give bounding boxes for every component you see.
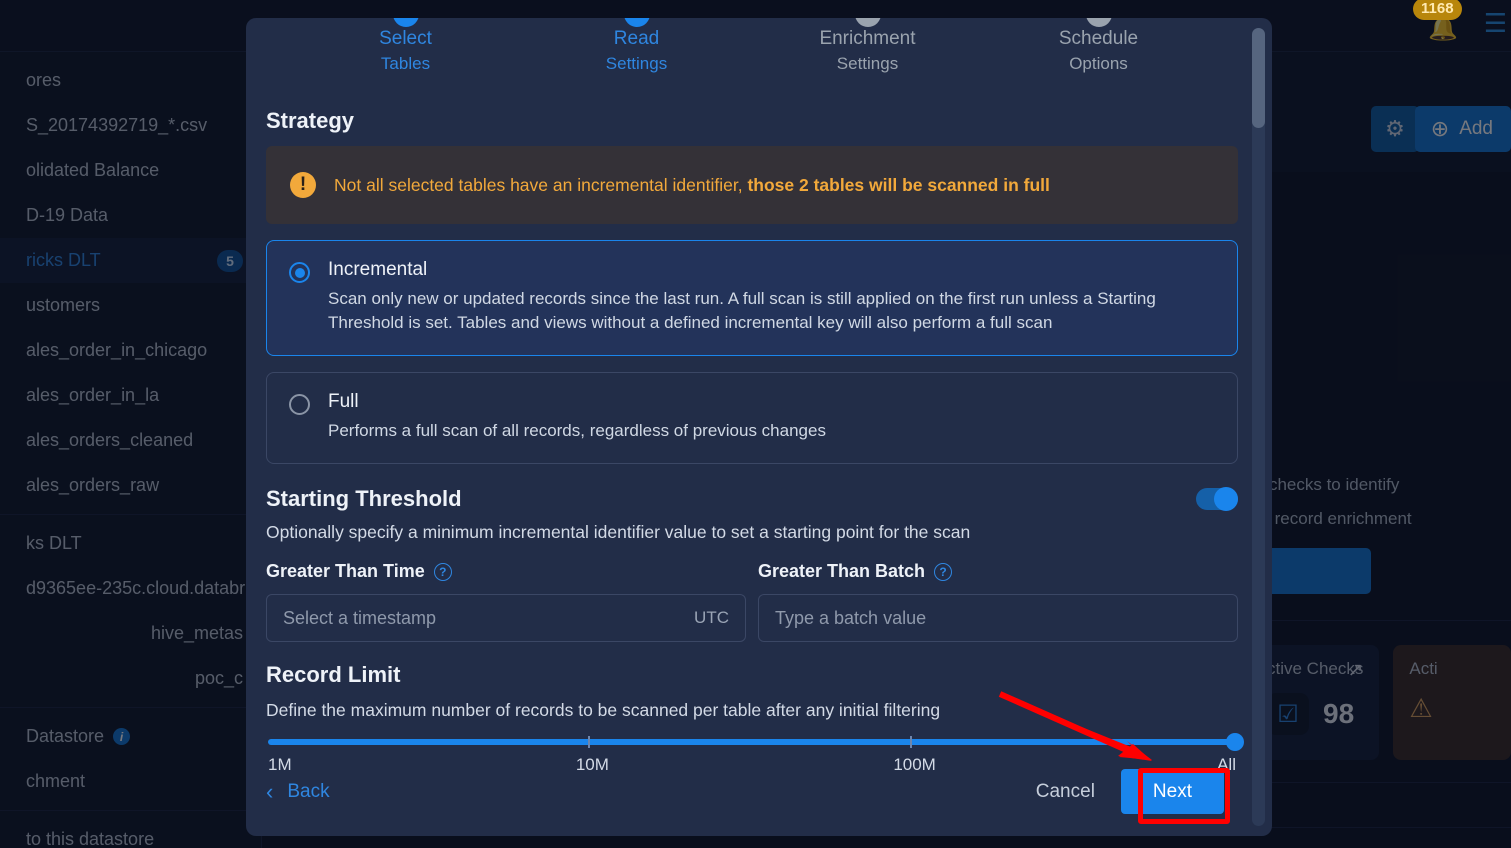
greater-than-batch-field: Greater Than Batch ? Type a batch value: [758, 561, 1238, 642]
dialog-footer: ‹ Back Cancel Next: [266, 768, 1230, 824]
warning-message-prefix: Not all selected tables have an incremen…: [334, 174, 748, 195]
radio-button-selected[interactable]: [289, 262, 310, 283]
step-subtitle: Settings: [836, 54, 899, 73]
timestamp-input-placeholder: Select a timestamp: [283, 607, 437, 628]
field-label: Greater Than Time: [266, 561, 425, 581]
dialog-scrollbar-thumb[interactable]: [1252, 28, 1265, 128]
option-description: Scan only new or updated records since t…: [328, 289, 1156, 332]
starting-threshold-heading: Starting Threshold: [266, 486, 462, 511]
cancel-button-label: Cancel: [1035, 780, 1095, 802]
chevron-left-icon: ‹: [266, 778, 274, 804]
cancel-button[interactable]: Cancel: [1036, 781, 1095, 803]
read-settings-dialog: Select Tables Read Settings Enrichment S…: [246, 18, 1272, 836]
step-enrichment-settings[interactable]: Enrichment Settings: [752, 18, 983, 94]
strategy-option-full[interactable]: Full Performs a full scan of all records…: [266, 372, 1238, 464]
step-subtitle: Tables: [380, 54, 431, 73]
option-description: Performs a full scan of all records, reg…: [328, 421, 826, 440]
incremental-warning-banner: ! Not all selected tables have an increm…: [266, 146, 1238, 224]
radio-dot-icon: [294, 267, 305, 278]
warning-message: Not all selected tables have an incremen…: [334, 175, 1050, 196]
exclamation-icon: !: [290, 172, 316, 198]
step-read-settings[interactable]: Read Settings: [521, 18, 752, 94]
screen: 1168 🔔 ☰ ⚙ ⊕ Add ores S_20174392719_*.cs…: [0, 0, 1511, 848]
threshold-fields: Greater Than Time ? Select a timestamp U…: [266, 561, 1238, 642]
slider-tick: [909, 736, 912, 748]
record-limit-description: Define the maximum number of records to …: [266, 700, 941, 720]
toggle-knob: [1214, 487, 1238, 511]
dialog-scroll-content: Select Tables Read Settings Enrichment S…: [246, 18, 1258, 836]
dialog-scrollbar[interactable]: [1252, 28, 1265, 826]
option-title: Full: [328, 391, 359, 412]
step-select-tables[interactable]: Select Tables: [290, 18, 521, 94]
batch-input[interactable]: Type a batch value: [758, 594, 1238, 642]
notification-count-badge: 1168: [1413, 0, 1462, 20]
slider-thumb[interactable]: [1226, 733, 1244, 751]
record-limit-heading: Record Limit: [266, 662, 401, 687]
slider-tick: [588, 736, 591, 748]
greater-than-time-field: Greater Than Time ? Select a timestamp U…: [266, 561, 746, 642]
radio-button-unselected[interactable]: [289, 394, 310, 415]
starting-threshold-description: Optionally specify a minimum incremental…: [266, 522, 971, 542]
step-subtitle: Settings: [605, 54, 668, 73]
back-button[interactable]: ‹ Back: [266, 778, 330, 804]
timezone-suffix: UTC: [694, 608, 729, 627]
next-button-label: Next: [1152, 781, 1192, 802]
batch-input-placeholder: Type a batch value: [775, 607, 927, 628]
strategy-option-incremental[interactable]: Incremental Scan only new or updated rec…: [266, 240, 1238, 356]
question-circle-icon[interactable]: ?: [934, 562, 953, 581]
step-subtitle: Options: [1069, 54, 1128, 73]
wizard-stepper: Select Tables Read Settings Enrichment S…: [266, 18, 1238, 94]
warning-message-emphasis: those 2 tables will be scanned in full: [747, 174, 1050, 195]
starting-threshold-toggle[interactable]: [1196, 487, 1238, 511]
greater-than-time-label-row: Greater Than Time ?: [266, 561, 746, 582]
next-button[interactable]: Next: [1120, 769, 1224, 814]
timestamp-input[interactable]: Select a timestamp UTC: [266, 594, 746, 642]
back-button-label: Back: [287, 780, 330, 802]
slider-track[interactable]: [268, 733, 1244, 751]
starting-threshold-header: Starting Threshold: [266, 486, 1238, 512]
strategy-heading: Strategy: [266, 108, 355, 133]
greater-than-batch-label-row: Greater Than Batch ?: [758, 561, 1238, 582]
step-schedule-options[interactable]: Schedule Options: [983, 18, 1214, 94]
question-circle-icon[interactable]: ?: [433, 562, 452, 581]
option-title: Incremental: [328, 259, 428, 280]
field-label: Greater Than Batch: [758, 561, 926, 581]
